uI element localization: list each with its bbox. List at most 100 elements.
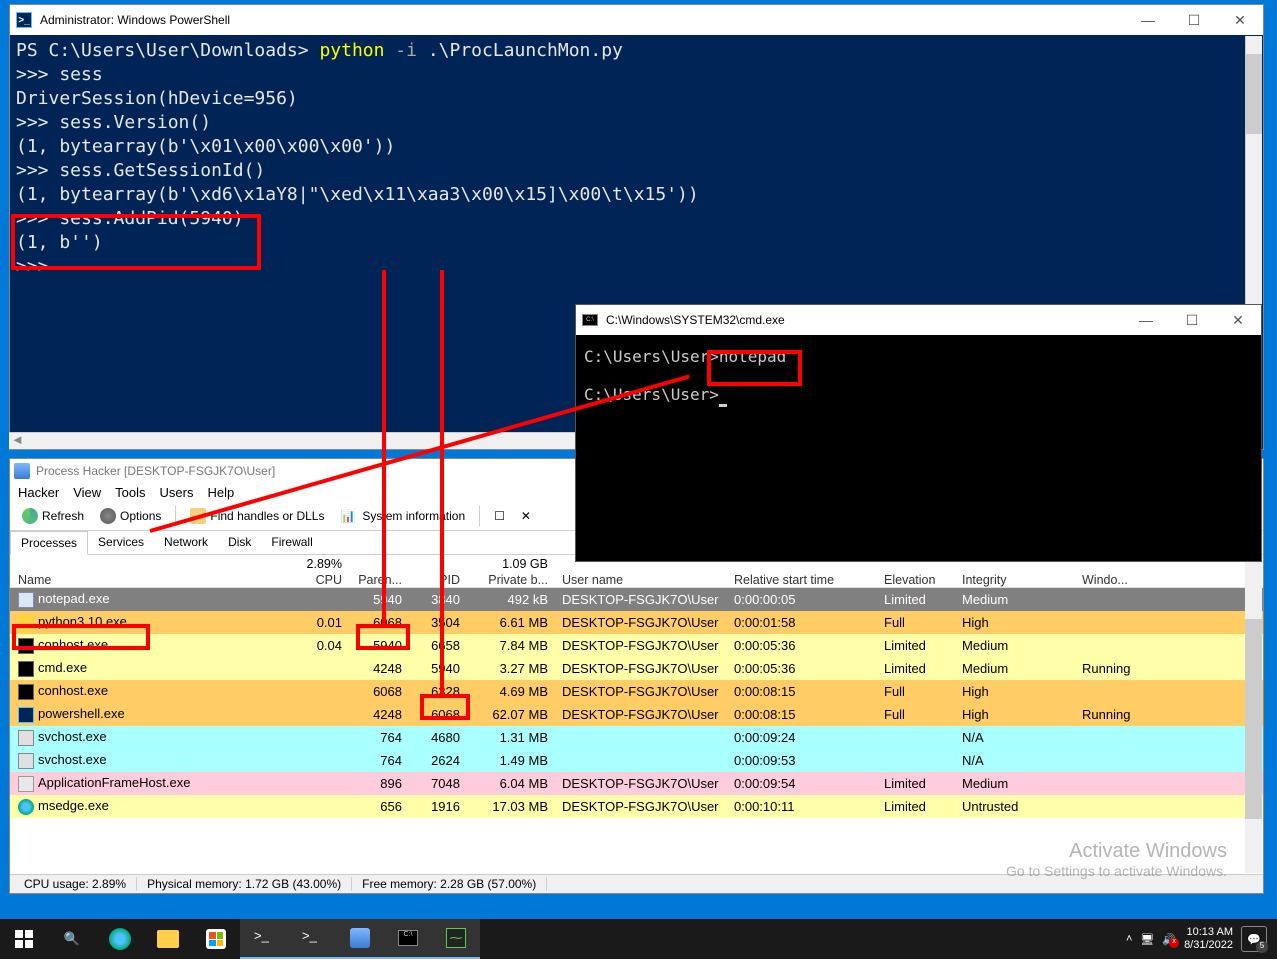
close-button[interactable]: ✕ [1215, 305, 1261, 335]
cmd-title: C:\Windows\SYSTEM32\cmd.exe [606, 313, 785, 327]
menu-users[interactable]: Users [160, 485, 194, 500]
cell-windo: Running [1078, 707, 1158, 722]
process-name: svchost.exe [38, 752, 107, 767]
taskbar-powershell[interactable]: >_ [240, 919, 288, 959]
cell-parent: 764 [350, 730, 410, 745]
cell-integ: High [958, 707, 1078, 722]
table-row[interactable]: powershell.exe4248606862.07 MBDESKTOP-FS… [10, 703, 1263, 726]
header-cpu[interactable]: CPU [290, 573, 350, 587]
powershell-icon: >_ [16, 12, 32, 28]
cell-user: DESKTOP-FSGJK7O\User [558, 638, 730, 653]
cell-priv: 17.03 MB [468, 799, 558, 814]
cell-priv: 492 kB [468, 592, 558, 607]
notification-button[interactable]: 💬5 [1241, 926, 1267, 952]
cell-parent: 6068 [350, 615, 410, 630]
taskbar-edge[interactable] [96, 919, 144, 959]
cell-time: 0:00:09:54 [730, 776, 880, 791]
close-button[interactable]: ✕ [1217, 5, 1263, 35]
taskbar-powershell-2[interactable]: >_ [288, 919, 336, 959]
cell-integ: N/A [958, 730, 1078, 745]
scrollbar-vertical[interactable] [1245, 559, 1262, 873]
maximize-button[interactable]: ☐ [1169, 305, 1215, 335]
cell-parent: 4248 [350, 661, 410, 676]
header-integ[interactable]: Integrity [958, 573, 1078, 587]
taskbar-explorer[interactable] [144, 919, 192, 959]
mem-total: 1.09 GB [468, 557, 558, 571]
table-row[interactable]: conhost.exe606863284.69 MBDESKTOP-FSGJK7… [10, 680, 1263, 703]
table-row[interactable]: python3.10.exe0.01606835046.61 MBDESKTOP… [10, 611, 1263, 634]
tab-disk[interactable]: Disk [218, 531, 261, 554]
system-info-button[interactable]: 📊System information [334, 507, 471, 525]
menu-view[interactable]: View [73, 485, 101, 500]
process-icon [18, 799, 34, 815]
start-button[interactable] [0, 919, 48, 959]
table-row[interactable]: conhost.exe0.04594066587.84 MBDESKTOP-FS… [10, 634, 1263, 657]
cell-parent: 896 [350, 776, 410, 791]
options-button[interactable]: Options [94, 506, 167, 526]
header-time[interactable]: Relative start time [730, 573, 880, 587]
cell-user: DESKTOP-FSGJK7O\User [558, 592, 730, 607]
minimize-button[interactable]: — [1123, 305, 1169, 335]
tab-firewall[interactable]: Firewall [261, 531, 322, 554]
refresh-button[interactable]: Refresh [16, 506, 90, 526]
tab-services[interactable]: Services [88, 531, 154, 554]
tray-volume-icon[interactable]: 🔊x [1162, 933, 1176, 946]
menu-help[interactable]: Help [207, 485, 234, 500]
process-icon [18, 638, 34, 654]
windows-icon [15, 930, 33, 948]
process-name: notepad.exe [38, 591, 110, 606]
clock[interactable]: 10:13 AM 8/31/2022 [1184, 926, 1233, 952]
cell-pid: 7048 [410, 776, 468, 791]
taskbar-monitor[interactable]: ⁓ [432, 919, 480, 959]
extra-button-1[interactable]: ☐ [488, 507, 511, 525]
header-priv[interactable]: Private b... [468, 573, 558, 587]
table-row[interactable]: cmd.exe424859403.27 MBDESKTOP-FSGJK7O\Us… [10, 657, 1263, 680]
search-button[interactable]: 🔍 [48, 919, 96, 959]
system-tray: ˄ 🖥 🔊x 10:13 AM 8/31/2022 💬5 [1126, 926, 1277, 952]
extra-button-2[interactable]: ✕ [515, 507, 537, 525]
process-hacker-icon [14, 463, 30, 479]
menu-tools[interactable]: Tools [115, 485, 145, 500]
find-handles-button[interactable]: Find handles or DLLs [184, 506, 330, 526]
tray-chevron-icon[interactable]: ˄ [1126, 933, 1132, 945]
cell-integ: N/A [958, 753, 1078, 768]
status-phys: Physical memory: 1.72 GB (43.00%) [137, 877, 352, 891]
ps-line: >>> sess [16, 63, 1257, 87]
header-name[interactable]: Name [10, 573, 290, 587]
taskbar-store[interactable] [192, 919, 240, 959]
ps-line: DriverSession(hDevice=956) [16, 87, 1257, 111]
cell-parent: 656 [350, 799, 410, 814]
table-row[interactable]: notepad.exe59403840492 kBDESKTOP-FSGJK7O… [10, 588, 1263, 611]
tab-processes[interactable]: Processes [10, 531, 88, 555]
header-user[interactable]: User name [558, 573, 730, 587]
header-parent[interactable]: Paren... [350, 573, 410, 587]
folder-icon [157, 930, 179, 948]
menu-hacker[interactable]: Hacker [18, 485, 59, 500]
header-windo[interactable]: Windo... [1078, 573, 1158, 587]
header-elev[interactable]: Elevation [880, 573, 958, 587]
powershell-icon: >_ [302, 928, 322, 948]
maximize-button[interactable]: ☐ [1171, 5, 1217, 35]
table-row[interactable]: ApplicationFrameHost.exe89670486.04 MBDE… [10, 772, 1263, 795]
table-row[interactable]: svchost.exe76426241.49 MB0:00:09:53N/A [10, 749, 1263, 772]
taskbar-cmd[interactable]: C:\ [384, 919, 432, 959]
cmd-titlebar[interactable]: C:\ C:\Windows\SYSTEM32\cmd.exe — ☐ ✕ [576, 305, 1261, 335]
cell-integ: Medium [958, 638, 1078, 653]
process-icon [18, 707, 34, 723]
table-row[interactable]: svchost.exe76446801.31 MB0:00:09:24N/A [10, 726, 1263, 749]
tray-network-icon[interactable]: 🖥 [1140, 933, 1154, 946]
table-row[interactable]: msedge.exe656191617.03 MBDESKTOP-FSGJK7O… [10, 795, 1263, 818]
taskbar-process-hacker[interactable] [336, 919, 384, 959]
powershell-titlebar[interactable]: >_ Administrator: Windows PowerShell — ☐… [10, 5, 1263, 35]
cell-time: 0:00:00:05 [730, 592, 880, 607]
monitor-icon: ⁓ [446, 928, 466, 948]
cell-pid: 1916 [410, 799, 468, 814]
cell-pid: 6658 [410, 638, 468, 653]
process-name: conhost.exe [38, 637, 108, 652]
minimize-button[interactable]: — [1125, 5, 1171, 35]
header-pid[interactable]: PID [410, 573, 468, 587]
cell-parent: 4248 [350, 707, 410, 722]
tab-network[interactable]: Network [154, 531, 218, 554]
process-icon [18, 776, 34, 792]
cmd-body[interactable]: C:\Users\User>notepad C:\Users\User> [576, 335, 1261, 417]
